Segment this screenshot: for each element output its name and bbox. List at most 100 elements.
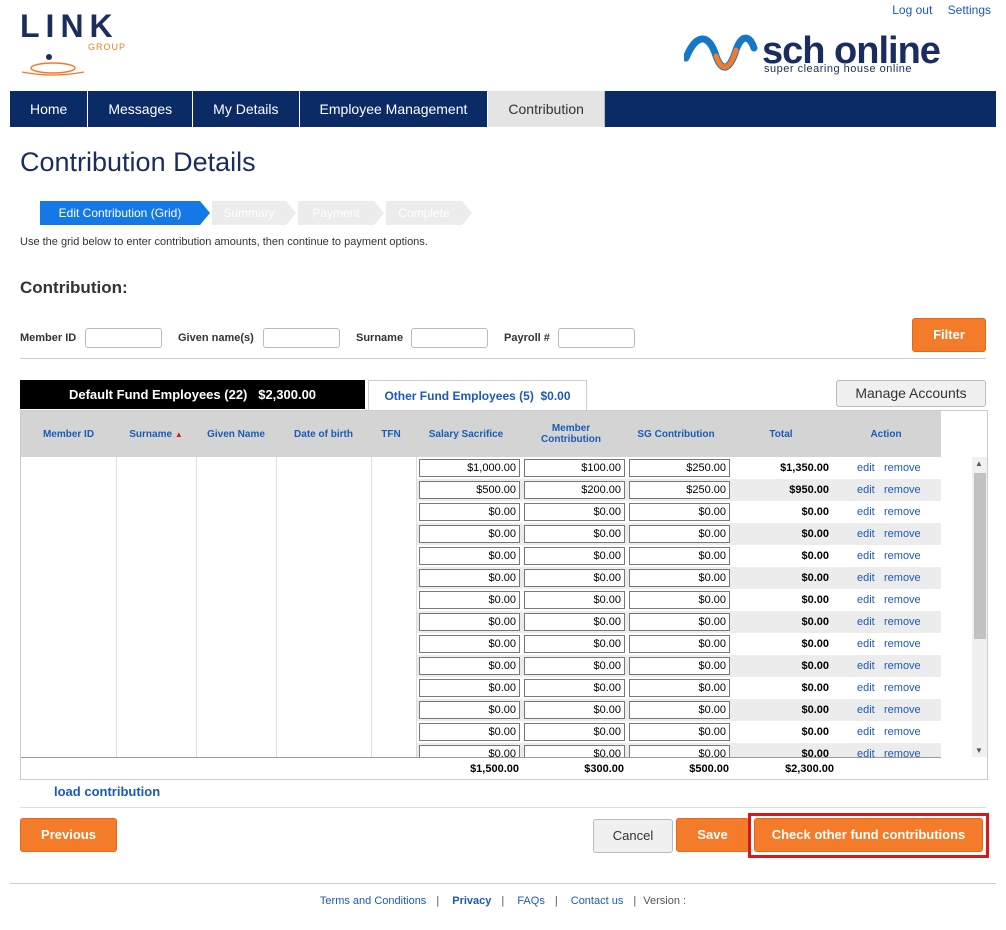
nav-home[interactable]: Home [10,91,89,127]
remove-link[interactable]: remove [884,457,921,479]
sg-input[interactable]: $0.00 [629,657,730,675]
save-button[interactable]: Save [676,818,749,852]
remove-link[interactable]: remove [884,721,921,743]
check-other-fund-button[interactable]: Check other fund contributions [754,818,983,852]
edit-link[interactable]: edit [857,589,875,611]
salary-input[interactable]: $0.00 [419,657,520,675]
remove-link[interactable]: remove [884,655,921,677]
remove-link[interactable]: remove [884,501,921,523]
privacy-link[interactable]: Privacy [452,895,491,907]
remove-link[interactable]: remove [884,479,921,501]
col-dob[interactable]: Date of birth [276,411,371,457]
salary-input[interactable]: $0.00 [419,701,520,719]
member-input[interactable]: $0.00 [524,591,625,609]
member-input[interactable]: $0.00 [524,569,625,587]
salary-input[interactable]: $500.00 [419,481,520,499]
nav-messages[interactable]: Messages [88,91,194,127]
member-input[interactable]: $0.00 [524,679,625,697]
edit-link[interactable]: edit [857,655,875,677]
salary-input[interactable]: $0.00 [419,591,520,609]
member-input[interactable]: $0.00 [524,635,625,653]
edit-link[interactable]: edit [857,501,875,523]
remove-link[interactable]: remove [884,589,921,611]
salary-input[interactable]: $0.00 [419,723,520,741]
edit-link[interactable]: edit [857,721,875,743]
previous-button[interactable]: Previous [20,818,117,852]
member-input[interactable]: $0.00 [524,745,625,757]
member-input[interactable]: $0.00 [524,657,625,675]
col-given-name[interactable]: Given Name [196,411,276,457]
member-input[interactable]: $200.00 [524,481,625,499]
sg-input[interactable]: $0.00 [629,701,730,719]
edit-link[interactable]: edit [857,743,875,757]
edit-link[interactable]: edit [857,523,875,545]
scroll-up-icon[interactable]: ▲ [975,459,983,468]
sg-input[interactable]: $0.00 [629,635,730,653]
logout-link[interactable]: Log out [892,3,932,17]
grid-scrollbar[interactable]: ▲ ▼ [972,457,987,757]
salary-input[interactable]: $0.00 [419,635,520,653]
edit-link[interactable]: edit [857,479,875,501]
member-input[interactable]: $0.00 [524,525,625,543]
member-input[interactable]: $0.00 [524,701,625,719]
sg-input[interactable]: $250.00 [629,481,730,499]
edit-link[interactable]: edit [857,699,875,721]
col-surname[interactable]: Surname ▲ [116,411,196,457]
sg-input[interactable]: $250.00 [629,459,730,477]
salary-input[interactable]: $0.00 [419,525,520,543]
sg-input[interactable]: $0.00 [629,679,730,697]
edit-link[interactable]: edit [857,545,875,567]
surname-input[interactable] [411,328,488,348]
remove-link[interactable]: remove [884,611,921,633]
remove-link[interactable]: remove [884,677,921,699]
scroll-thumb[interactable] [974,473,986,639]
sg-input[interactable]: $0.00 [629,613,730,631]
col-total[interactable]: Total [731,411,831,457]
member-input[interactable]: $0.00 [524,723,625,741]
col-tfn[interactable]: TFN [371,411,411,457]
manage-accounts-button[interactable]: Manage Accounts [836,380,986,407]
member-input[interactable]: $0.00 [524,503,625,521]
edit-link[interactable]: edit [857,677,875,699]
salary-input[interactable]: $0.00 [419,569,520,587]
salary-input[interactable]: $1,000.00 [419,459,520,477]
remove-link[interactable]: remove [884,545,921,567]
nav-contribution[interactable]: Contribution [488,91,605,127]
remove-link[interactable]: remove [884,699,921,721]
salary-input[interactable]: $0.00 [419,503,520,521]
remove-link[interactable]: remove [884,743,921,757]
payroll-input[interactable] [558,328,635,348]
sg-input[interactable]: $0.00 [629,591,730,609]
member-id-input[interactable] [85,328,162,348]
sg-input[interactable]: $0.00 [629,745,730,757]
remove-link[interactable]: remove [884,633,921,655]
remove-link[interactable]: remove [884,523,921,545]
nav-employee-management[interactable]: Employee Management [300,91,489,127]
member-input[interactable]: $100.00 [524,459,625,477]
terms-link[interactable]: Terms and Conditions [320,895,426,907]
edit-link[interactable]: edit [857,611,875,633]
salary-input[interactable]: $0.00 [419,613,520,631]
contact-link[interactable]: Contact us [571,895,624,907]
edit-link[interactable]: edit [857,567,875,589]
cancel-button[interactable]: Cancel [593,819,673,853]
col-member-id[interactable]: Member ID [21,411,116,457]
remove-link[interactable]: remove [884,567,921,589]
salary-input[interactable]: $0.00 [419,679,520,697]
salary-input[interactable]: $0.00 [419,547,520,565]
tab-default-fund[interactable]: Default Fund Employees (22) $2,300.00 [20,380,365,409]
nav-my-details[interactable]: My Details [193,91,300,127]
sg-input[interactable]: $0.00 [629,525,730,543]
col-salary-sacrifice[interactable]: Salary Sacrifice [416,411,516,457]
scroll-down-icon[interactable]: ▼ [975,746,983,755]
filter-button[interactable]: Filter [912,318,986,352]
member-input[interactable]: $0.00 [524,613,625,631]
edit-link[interactable]: edit [857,633,875,655]
edit-link[interactable]: edit [857,457,875,479]
given-names-input[interactable] [263,328,340,348]
load-contribution-link[interactable]: load contribution [54,784,160,799]
sg-input[interactable]: $0.00 [629,547,730,565]
settings-link[interactable]: Settings [948,3,991,17]
sg-input[interactable]: $0.00 [629,569,730,587]
sg-input[interactable]: $0.00 [629,503,730,521]
